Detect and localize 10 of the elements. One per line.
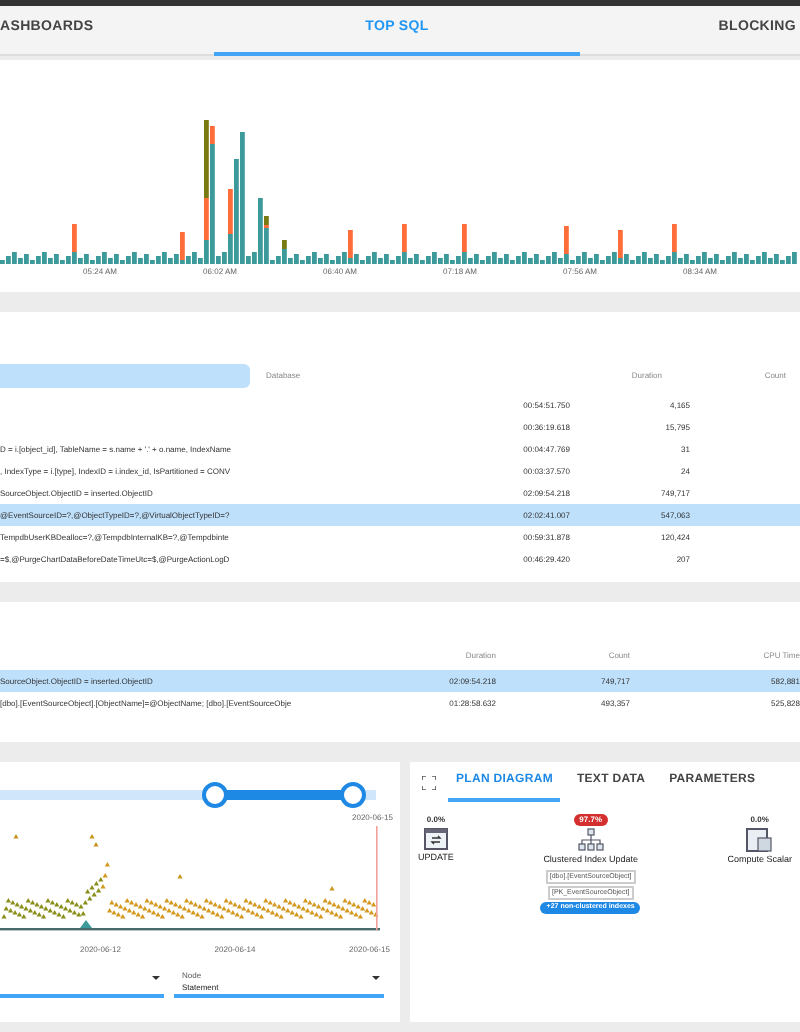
search-field[interactable] bbox=[0, 364, 250, 388]
hierarchy-icon bbox=[577, 828, 604, 852]
range-handle[interactable] bbox=[201, 782, 228, 808]
caret-icon bbox=[372, 976, 380, 980]
caret-icon bbox=[152, 976, 160, 980]
table-update-icon bbox=[423, 828, 448, 850]
calculator-icon bbox=[746, 828, 773, 852]
range-handle[interactable] bbox=[340, 782, 367, 808]
dropdown[interactable] bbox=[0, 970, 164, 998]
expand-icon[interactable] bbox=[422, 775, 436, 789]
